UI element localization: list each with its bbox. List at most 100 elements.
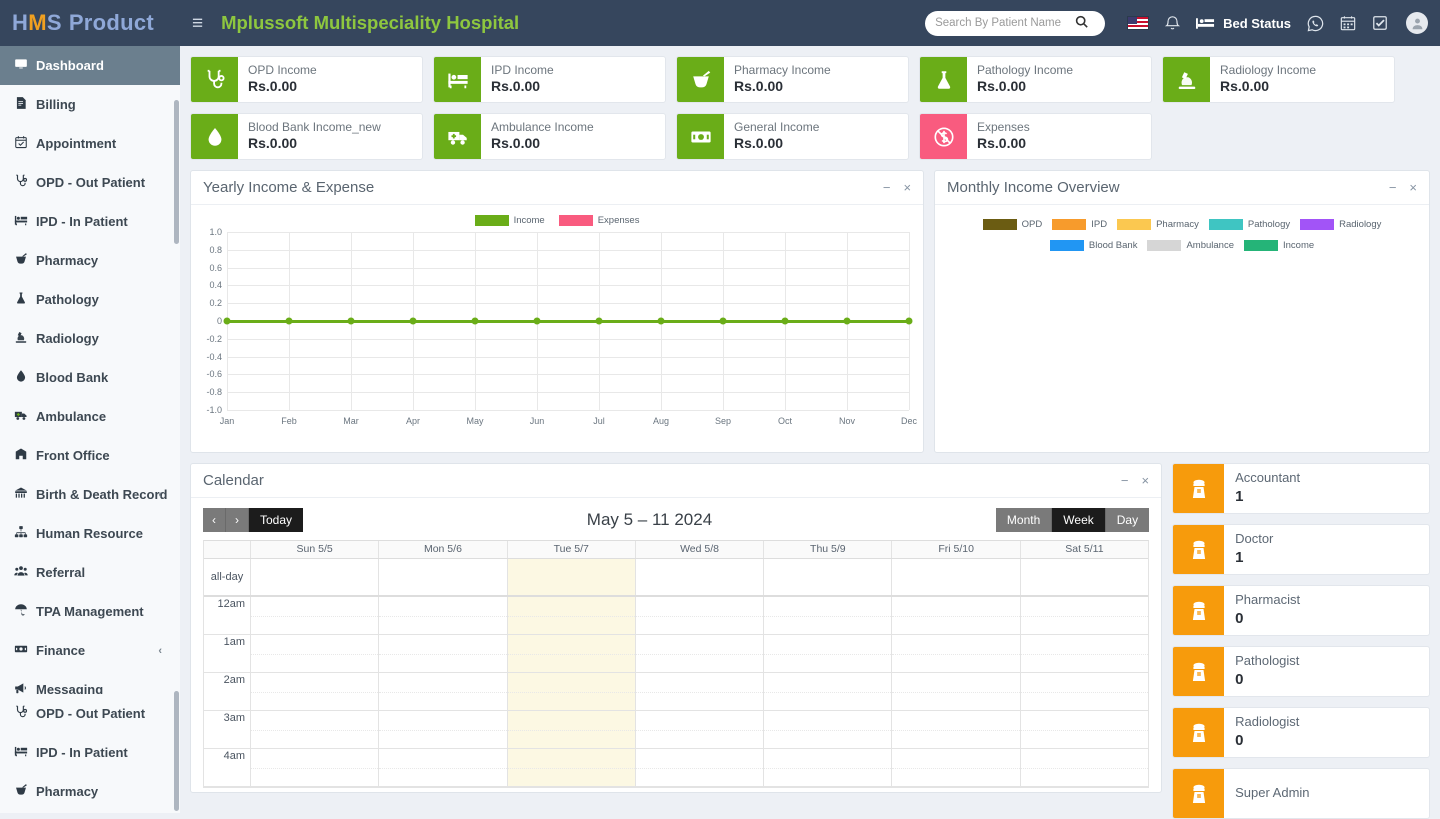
staff-card[interactable]: Radiologist 0 (1172, 707, 1430, 758)
calendar-slot-cell[interactable] (1020, 635, 1149, 673)
chart-data-point[interactable] (223, 317, 231, 325)
calendar-slot-cell[interactable] (379, 597, 508, 635)
chart-data-point[interactable] (471, 317, 479, 325)
calendar-slot-cell[interactable] (635, 749, 765, 787)
staff-card[interactable]: Doctor 1 (1172, 524, 1430, 575)
sidebar-overlay-item-opd-out-patient[interactable]: OPD - Out Patient (0, 694, 180, 733)
calendar-day-header-cell[interactable]: Wed 5/8 (636, 541, 765, 558)
calendar-slot-cell[interactable] (892, 673, 1021, 711)
sidebar-item-finance[interactable]: Finance ‹ (0, 631, 180, 670)
checkbox-icon[interactable] (1372, 15, 1388, 31)
calendar-slot-cell[interactable] (507, 749, 636, 787)
close-icon[interactable]: × (1142, 474, 1150, 487)
calendar-slot-cell[interactable] (251, 711, 380, 749)
monthly-legend-item[interactable]: Pathology (1208, 219, 1290, 230)
sidebar-item-pathology[interactable]: Pathology (0, 280, 180, 319)
calendar-slot-cell[interactable] (764, 635, 893, 673)
calendar-slot-cell[interactable] (892, 749, 1021, 787)
calendar-slot-cell[interactable] (507, 635, 636, 673)
staff-card[interactable]: Super Admin (1172, 768, 1430, 819)
monthly-legend-item[interactable]: OPD (982, 219, 1042, 230)
monthly-legend-item[interactable]: Pharmacy (1117, 219, 1199, 230)
calendar-slot-cell[interactable] (379, 711, 508, 749)
calendar-today-button[interactable]: Today (249, 508, 304, 532)
sidebar-item-human-resource[interactable]: Human Resource (0, 514, 180, 553)
sidebar-item-dashboard[interactable]: Dashboard (0, 46, 180, 85)
calendar-slot-cell[interactable] (379, 673, 508, 711)
legend-item[interactable]: Income (474, 215, 545, 226)
calendar-slot-cell[interactable] (1020, 749, 1149, 787)
sidebar-item-opd-out-patient[interactable]: OPD - Out Patient (0, 163, 180, 202)
chevron-left-icon[interactable]: ‹ (158, 645, 162, 657)
calendar-slot-cell[interactable] (764, 673, 893, 711)
hamburger-icon[interactable]: ≡ (192, 14, 203, 33)
chart-data-point[interactable] (905, 317, 913, 325)
calendar-next-button[interactable]: › (226, 508, 249, 532)
income-card[interactable]: IPD Income Rs.0.00 (433, 56, 666, 103)
sidebar-scrollbar[interactable] (174, 100, 179, 244)
calendar-allday-cell[interactable] (379, 559, 508, 595)
bell-icon[interactable] (1165, 15, 1181, 31)
chevron-left-icon[interactable]: ‹ (158, 489, 162, 501)
income-card[interactable]: General Income Rs.0.00 (676, 113, 909, 160)
avatar[interactable] (1406, 12, 1428, 34)
chart-data-point[interactable] (285, 317, 293, 325)
bed-status-button[interactable]: Bed Status (1196, 16, 1291, 31)
calendar-slot-cell[interactable] (251, 597, 380, 635)
sidebar-item-billing[interactable]: Billing (0, 85, 180, 124)
staff-card[interactable]: Pharmacist 0 (1172, 585, 1430, 636)
sidebar-item-front-office[interactable]: Front Office (0, 436, 180, 475)
calendar-slot-cell[interactable] (251, 635, 380, 673)
search-input[interactable] (935, 17, 1076, 29)
sidebar-item-radiology[interactable]: Radiology (0, 319, 180, 358)
minimize-icon[interactable]: − (883, 181, 891, 194)
sidebar-item-referral[interactable]: Referral (0, 553, 180, 592)
income-card[interactable]: Expenses Rs.0.00 (919, 113, 1152, 160)
minimize-icon[interactable]: − (1389, 181, 1397, 194)
calendar-slot-cell[interactable] (764, 749, 893, 787)
calendar-allday-cell[interactable] (1021, 559, 1148, 595)
income-card[interactable]: Pharmacy Income Rs.0.00 (676, 56, 909, 103)
calendar-slot-cell[interactable] (892, 711, 1021, 749)
calendar-slot-cell[interactable] (635, 597, 765, 635)
chart-data-point[interactable] (595, 317, 603, 325)
staff-card[interactable]: Pathologist 0 (1172, 646, 1430, 697)
close-icon[interactable]: × (903, 181, 911, 194)
calendar-slot-cell[interactable] (251, 749, 380, 787)
sidebar-overlay-item-ipd-in-patient[interactable]: IPD - In Patient (0, 733, 180, 772)
monthly-legend-item[interactable]: Ambulance (1147, 240, 1234, 251)
calendar-day-header-cell[interactable]: Thu 5/9 (764, 541, 893, 558)
sidebar-overlay-item-pharmacy[interactable]: Pharmacy (0, 772, 180, 811)
calendar-slot-cell[interactable] (507, 673, 636, 711)
calendar-prev-button[interactable]: ‹ (203, 508, 226, 532)
monthly-legend-item[interactable]: Blood Bank (1049, 240, 1137, 251)
calendar-slot-cell[interactable] (635, 711, 765, 749)
calendar-day-header-cell[interactable]: Fri 5/10 (892, 541, 1021, 558)
calendar-view-month-button[interactable]: Month (995, 508, 1053, 532)
calendar-slot-cell[interactable] (892, 597, 1021, 635)
calendar-slot-cell[interactable] (1020, 711, 1149, 749)
minimize-icon[interactable]: − (1121, 474, 1129, 487)
chart-data-point[interactable] (719, 317, 727, 325)
income-card[interactable]: OPD Income Rs.0.00 (190, 56, 423, 103)
calendar-slot-cell[interactable] (507, 711, 636, 749)
income-card[interactable]: Pathology Income Rs.0.00 (919, 56, 1152, 103)
calendar-slot-cell[interactable] (892, 635, 1021, 673)
legend-item[interactable]: Expenses (558, 215, 639, 226)
whatsapp-icon[interactable] (1307, 15, 1324, 32)
calendar-allday-cell[interactable] (251, 559, 380, 595)
sidebar-item-pharmacy[interactable]: Pharmacy (0, 241, 180, 280)
chart-data-point[interactable] (409, 317, 417, 325)
monthly-legend-item[interactable]: Income (1244, 240, 1314, 251)
calendar-day-header-cell[interactable]: Sun 5/5 (251, 541, 380, 558)
sidebar-item-birth-death-record[interactable]: Birth & Death Record ‹ (0, 475, 180, 514)
calendar-slot-cell[interactable] (635, 673, 765, 711)
monthly-legend-item[interactable]: Radiology (1300, 219, 1381, 230)
income-card[interactable]: Ambulance Income Rs.0.00 (433, 113, 666, 160)
calendar-slot-cell[interactable] (379, 635, 508, 673)
calendar-day-header-cell[interactable]: Tue 5/7 (508, 541, 636, 558)
sidebar-item-tpa-management[interactable]: TPA Management (0, 592, 180, 631)
chart-data-point[interactable] (843, 317, 851, 325)
calendar-view-week-button[interactable]: Week (1052, 508, 1106, 532)
sidebar-scrollbar-secondary[interactable] (174, 691, 179, 811)
